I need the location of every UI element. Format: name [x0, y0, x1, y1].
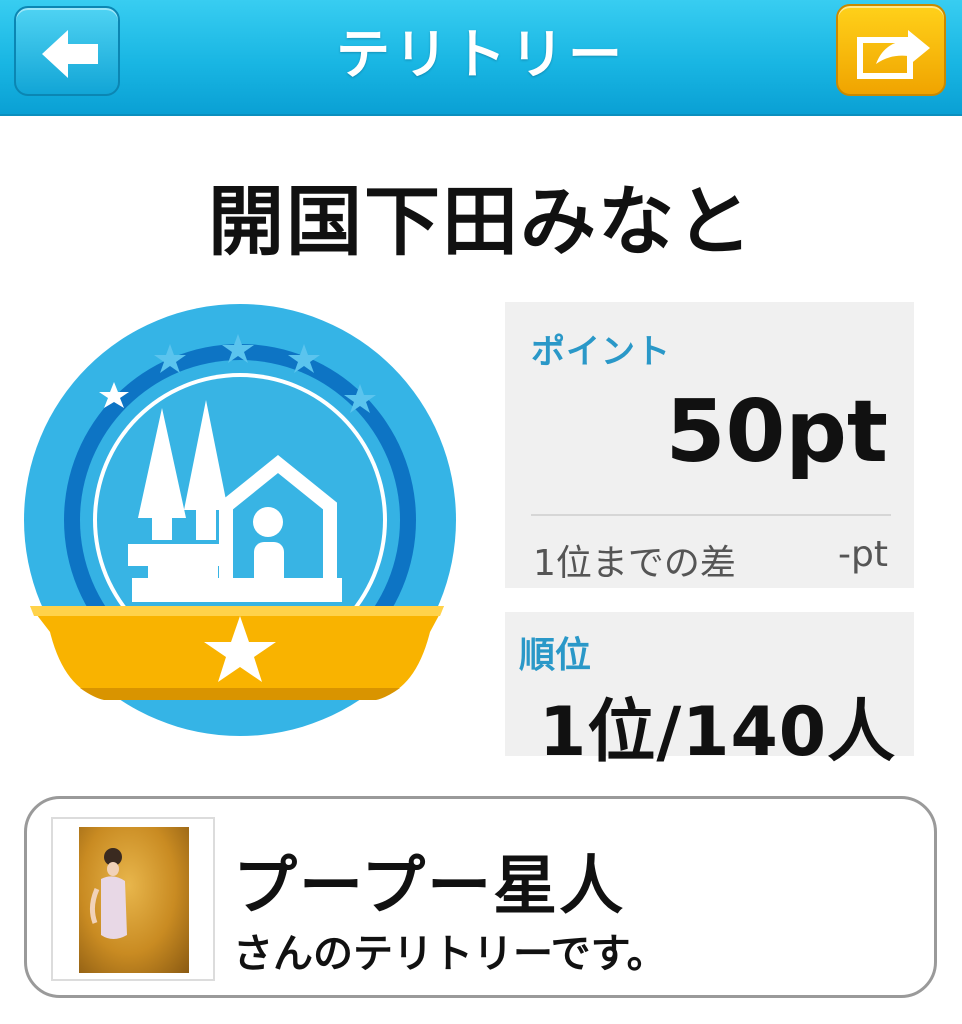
share-button[interactable]: [836, 4, 946, 96]
tower-and-info-house-badge-icon: [24, 304, 456, 736]
territory-badge: [20, 300, 460, 740]
rank-panel: 順位 1位/140人: [505, 612, 914, 772]
page-title: テリトリー: [336, 23, 626, 86]
avatar[interactable]: [51, 817, 215, 981]
avatar-image: [79, 827, 189, 973]
gap-to-first-value: -pt: [838, 534, 888, 575]
owner-name: プープー星人: [233, 850, 626, 924]
points-value: 50pt: [665, 382, 888, 482]
header-bar: テリトリー: [0, 0, 962, 116]
territory-name: 開国下田みなと: [208, 177, 754, 266]
points-panel: ポイント 50pt 1位までの差 -pt: [505, 302, 914, 588]
share-icon: [857, 30, 930, 79]
divider: [531, 514, 891, 516]
owner-card[interactable]: プープー星人 さんのテリトリーです。: [24, 796, 937, 998]
points-label: ポイント: [531, 332, 671, 372]
owner-territory-caption: さんのテリトリーです。: [233, 931, 667, 977]
gap-to-first-label: 1位までの差: [533, 543, 736, 584]
rank-label: 順位: [519, 635, 592, 676]
rank-value: 1位/140人: [539, 693, 897, 772]
